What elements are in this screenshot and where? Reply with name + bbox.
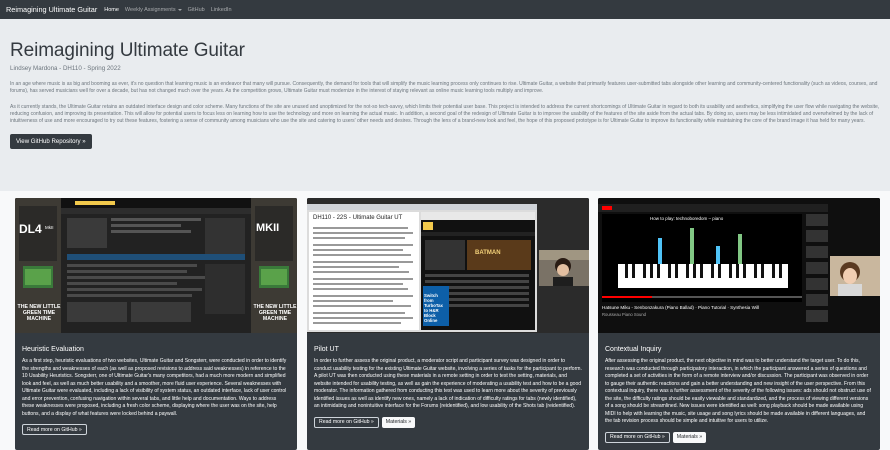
card-body: Heuristic Evaluation As a first step, he… bbox=[15, 333, 297, 435]
read-more-on-github-button[interactable]: Read more on GitHub » bbox=[605, 431, 670, 443]
card-body: Contextual Inquiry After assessing the o… bbox=[598, 333, 880, 443]
card-heuristic-evaluation: DL4 MkII THE NEW LITTLE GREEN TIME MACHI… bbox=[15, 198, 297, 450]
ad-headline-left: DL4 bbox=[19, 222, 42, 236]
pilot-ut-screenshot: DH110 - 22S - Ultimate Guitar UT BATMAN … bbox=[307, 198, 589, 333]
project-cards: DL4 MkII THE NEW LITTLE GREEN TIME MACHI… bbox=[0, 191, 890, 450]
card-buttons: Read more on GitHub » bbox=[22, 424, 290, 435]
heuristic-evaluation-screenshot: DL4 MkII THE NEW LITTLE GREEN TIME MACHI… bbox=[15, 198, 297, 333]
card-title: Contextual Inquiry bbox=[605, 346, 662, 353]
card-pilot-ut: DH110 - 22S - Ultimate Guitar UT BATMAN … bbox=[307, 198, 589, 450]
card-contextual-inquiry: How to play: technoboredom – piano Hatsu… bbox=[598, 198, 880, 450]
card-title: Pilot UT bbox=[314, 346, 339, 353]
document-title: DH110 - 22S - Ultimate Guitar UT bbox=[313, 215, 403, 221]
intro-paragraph-2: As it currently stands, the Ultimate Gui… bbox=[10, 103, 880, 125]
nav-home[interactable]: Home bbox=[104, 7, 119, 13]
nav-weekly-assignments-label: Weekly Assignments bbox=[124, 6, 176, 13]
jumbotron: Reimagining Ultimate Guitar Lindsey Mard… bbox=[0, 19, 890, 191]
materials-button[interactable]: Materials » bbox=[672, 431, 707, 443]
read-more-on-github-button[interactable]: Read more on GitHub » bbox=[314, 416, 379, 428]
contextual-inquiry-screenshot: How to play: technoboredom – piano Hatsu… bbox=[598, 198, 880, 333]
card-buttons: Read more on GitHub » Materials » bbox=[605, 431, 873, 443]
card-text: In order to further assess the original … bbox=[314, 358, 582, 409]
read-more-on-github-button[interactable]: Read more on GitHub » bbox=[22, 424, 87, 435]
ad-caption-left: THE NEW LITTLE GREEN TIME MACHINE bbox=[17, 304, 61, 322]
ad-headline-right: MKII bbox=[256, 222, 280, 234]
intro-paragraph-1: In an age where music is as big and boom… bbox=[10, 81, 878, 95]
batman-banner: BATMAN bbox=[475, 250, 501, 256]
ad-caption-right: THE NEW LITTLE GREEN TIME MACHINE bbox=[253, 304, 297, 322]
materials-button[interactable]: Materials » bbox=[381, 416, 416, 428]
ad-headline-left-suffix: MkII bbox=[45, 225, 54, 230]
page-subtitle: Lindsey Mardona - DH110 - Spring 2022 bbox=[10, 65, 121, 72]
top-navbar: Reimagining Ultimate Guitar Home Weekly … bbox=[0, 0, 890, 19]
page-title: Reimagining Ultimate Guitar bbox=[10, 40, 245, 61]
video-channel: Rousseau Piano Sound bbox=[602, 312, 647, 317]
nav-weekly-assignments[interactable]: Weekly Assignments bbox=[125, 7, 182, 13]
card-title: Heuristic Evaluation bbox=[22, 346, 84, 353]
card-body: Pilot UT In order to further assess the … bbox=[307, 333, 589, 428]
tax-ad-text: Switch from TurboTax to H&R Block Online bbox=[424, 293, 443, 323]
navbar-brand[interactable]: Reimagining Ultimate Guitar bbox=[6, 5, 97, 14]
chevron-down-icon bbox=[177, 8, 182, 11]
card-text: As a first step, heuristic evaluations o… bbox=[22, 358, 287, 417]
card-buttons: Read more on GitHub » Materials » bbox=[314, 416, 582, 428]
view-github-repository-button[interactable]: View GitHub Repository » bbox=[10, 134, 92, 150]
nav-linkedin[interactable]: LinkedIn bbox=[211, 7, 232, 13]
video-caption: Hatsune Miku - Senbonzakura (Piano Balla… bbox=[602, 305, 760, 310]
video-title-text: How to play: technoboredom – piano bbox=[650, 216, 724, 221]
nav-github[interactable]: GitHub bbox=[188, 7, 205, 13]
card-text: After assessing the original product, th… bbox=[605, 358, 871, 424]
